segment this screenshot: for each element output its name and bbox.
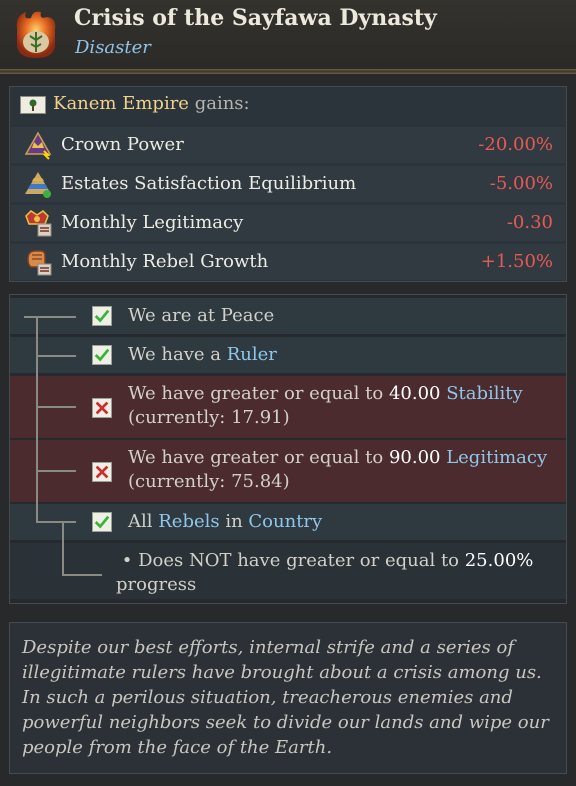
stability-link[interactable]: Stability [446, 383, 523, 404]
trigger-text: All Rebels in Country [128, 511, 323, 532]
trigger-ruler: We have a Ruler [10, 337, 566, 373]
crown-power-icon [24, 131, 52, 160]
current-value: (currently: 17.91) [128, 407, 290, 428]
modifier-value: -20.00% [478, 134, 553, 155]
cross-icon [92, 398, 112, 418]
legitimacy-icon [25, 210, 52, 237]
trigger-progress: • Does NOT have greater or equal to 25.0… [10, 543, 566, 599]
tree-line [36, 470, 76, 472]
modifier-label: Monthly Legitimacy [61, 212, 244, 233]
country-name[interactable]: Kanem Empire [53, 93, 189, 114]
rebel-icon [27, 250, 52, 276]
disaster-header: Crisis of the Sayfawa Dynasty Disaster [0, 0, 576, 70]
checkmark-icon [92, 345, 112, 365]
tree-line [36, 316, 38, 521]
modifier-label: Estates Satisfaction Equilibrium [61, 173, 357, 194]
ruler-link[interactable]: Ruler [227, 344, 277, 365]
modifier-row: Monthly Rebel Growth +1.50% [11, 244, 565, 280]
checkmark-icon [92, 306, 112, 326]
tree-line [62, 574, 102, 576]
rebels-link[interactable]: Rebels [158, 511, 219, 532]
trigger-text: We have greater or equal to 90.00 Legiti… [128, 447, 548, 492]
bullet: • [121, 550, 133, 571]
trigger-text: We have a Ruler [128, 344, 277, 365]
current-value: (currently: 75.84) [128, 471, 290, 492]
modifier-label: Monthly Rebel Growth [61, 251, 269, 272]
tree-line [24, 316, 76, 318]
trigger-text: We have greater or equal to 40.00 Stabil… [128, 383, 523, 428]
cross-icon [92, 462, 112, 482]
modifier-label: Crown Power [61, 134, 184, 155]
gains-suffix: gains: [188, 93, 250, 114]
checkmark-icon [92, 512, 112, 532]
modifier-value: -5.00% [489, 173, 553, 194]
country-link[interactable]: Country [248, 511, 322, 532]
estates-icon [25, 172, 51, 198]
tree-line [36, 406, 76, 408]
tree-line [62, 521, 64, 575]
page-title: Crisis of the Sayfawa Dynasty [74, 5, 437, 31]
trigger-text: • Does NOT have greater or equal to 25.0… [116, 550, 534, 595]
disaster-description: Despite our best efforts, internal strif… [9, 622, 567, 774]
legitimacy-link[interactable]: Legitimacy [446, 447, 547, 468]
trigger-stability: We have greater or equal to 40.00 Stabil… [10, 376, 566, 438]
modifier-value: +1.50% [480, 251, 553, 272]
trigger-legitimacy: We have greater or equal to 90.00 Legiti… [10, 440, 566, 502]
tree-line [36, 355, 76, 357]
modifier-value: -0.30 [506, 212, 553, 233]
disaster-icon [16, 11, 56, 59]
modifiers-panel: Kanem Empire gains: Crown Power -20.00% … [9, 86, 567, 282]
trigger-rebels: All Rebels in Country [10, 504, 566, 540]
tree-line [36, 521, 76, 523]
modifier-row: Estates Satisfaction Equilibrium -5.00% [11, 166, 565, 202]
trigger-text: We are at Peace [128, 305, 275, 326]
page-subtitle: Disaster [75, 37, 151, 58]
triggers-panel: We are at Peace We have a Ruler We have … [9, 294, 567, 604]
trigger-peace: We are at Peace [10, 298, 566, 334]
modifier-row: Monthly Legitimacy -0.30 [11, 205, 565, 241]
header-divider [0, 69, 576, 74]
modifier-row: Crown Power -20.00% [11, 127, 565, 163]
gains-row: Kanem Empire gains: [20, 93, 550, 119]
flag-icon[interactable] [20, 96, 46, 114]
